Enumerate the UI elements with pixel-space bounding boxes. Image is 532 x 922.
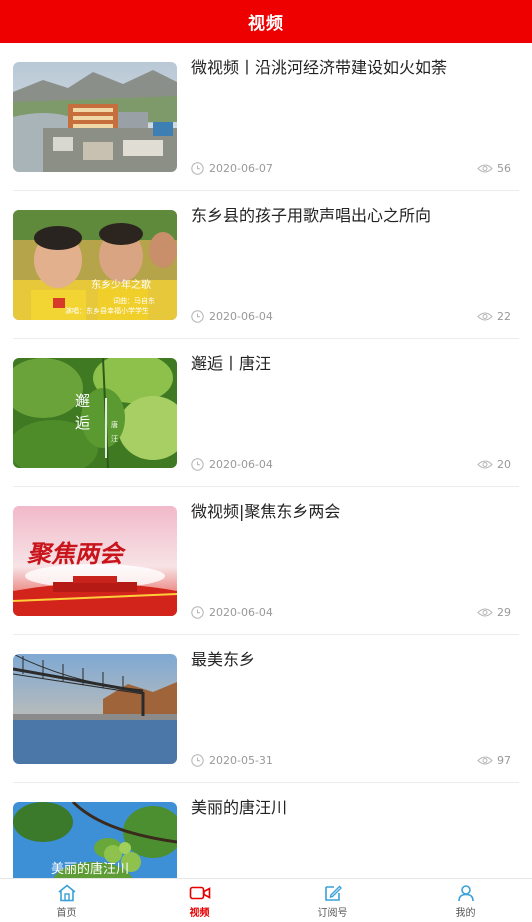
video-list-item[interactable]: 聚焦两会 微视频|聚焦东乡两会 2020-06-04 29 — [0, 487, 532, 635]
tab-subscriptions[interactable]: 订阅号 — [266, 879, 399, 922]
thumb-overlay-credit: 演唱：东乡县幸福小学学生 — [65, 307, 149, 315]
video-list-item[interactable]: 邂 逅 唐 汪 邂逅丨唐汪 2020-06-04 20 — [0, 339, 532, 487]
video-title[interactable]: 微视频|聚焦东乡两会 — [191, 501, 521, 523]
video-title[interactable]: 最美东乡 — [191, 649, 521, 671]
clock-icon — [191, 753, 204, 767]
top-bar: 视频 — [0, 0, 532, 43]
tab-label: 我的 — [455, 908, 476, 919]
view-count: 20 — [477, 456, 511, 472]
publish-date: 2020-05-31 — [191, 752, 273, 768]
clock-icon — [191, 457, 204, 471]
clock-icon — [191, 309, 204, 323]
date-text: 2020-06-04 — [209, 309, 273, 323]
publish-date: 2020-06-04 — [191, 456, 273, 472]
thumb-overlay-subtitle: 唐 — [111, 421, 118, 429]
date-text: 2020-06-04 — [209, 605, 273, 619]
tab-mine[interactable]: 我的 — [399, 879, 532, 922]
video-list-item[interactable]: 最美东乡 2020-05-31 97 — [0, 635, 532, 783]
thumb-overlay-subtitle: 汪 — [111, 435, 118, 443]
bridge-lake-thumbnail[interactable] — [13, 654, 177, 764]
eye-icon — [477, 311, 493, 322]
apricot-tree-thumbnail[interactable]: 美丽的唐汪川 — [13, 802, 177, 878]
user-icon — [457, 884, 475, 902]
home-icon — [57, 884, 77, 902]
video-title[interactable]: 东乡县的孩子用歌声唱出心之所向 — [191, 205, 521, 227]
video-title[interactable]: 邂逅丨唐汪 — [191, 353, 521, 375]
thumb-overlay-title: 美丽的唐汪川 — [51, 862, 130, 877]
eye-icon — [477, 163, 493, 174]
page-title: 视频 — [248, 14, 284, 34]
date-text: 2020-06-04 — [209, 457, 273, 471]
video-title[interactable]: 美丽的唐汪川 — [191, 797, 521, 819]
tab-label: 首页 — [56, 908, 77, 919]
publish-date: 2020-06-04 — [191, 308, 273, 324]
video-list-item[interactable]: 东乡少年之歌 词曲：马自东 演唱：东乡县幸福小学学生 东乡县的孩子用歌声唱出心之… — [0, 191, 532, 339]
bottom-tab-bar: 首页 视频 订阅号 我的 — [0, 878, 532, 922]
video-list-item[interactable]: 微视频丨沿洮河经济带建设如火如荼 2020-06-07 56 — [0, 43, 532, 191]
view-count: 22 — [477, 308, 511, 324]
date-text: 2020-05-31 — [209, 753, 273, 767]
video-title[interactable]: 微视频丨沿洮河经济带建设如火如荼 — [191, 57, 521, 79]
clock-icon — [191, 605, 204, 619]
clock-icon — [191, 161, 204, 175]
edit-subscribe-icon — [323, 884, 343, 902]
views-text: 56 — [497, 161, 511, 175]
views-text: 97 — [497, 753, 511, 767]
thumb-overlay-title: 逅 — [75, 414, 91, 432]
views-text: 22 — [497, 309, 511, 323]
views-text: 29 — [497, 605, 511, 619]
children-singing-thumbnail[interactable]: 东乡少年之歌 词曲：马自东 演唱：东乡县幸福小学学生 — [13, 210, 177, 320]
video-camera-icon — [189, 884, 211, 902]
view-count: 56 — [477, 160, 511, 176]
thumb-overlay-title: 邂 — [75, 392, 91, 410]
video-list-item[interactable]: 美丽的唐汪川 美丽的唐汪川 — [0, 783, 532, 878]
eye-icon — [477, 607, 493, 618]
tab-label: 订阅号 — [317, 908, 348, 919]
video-list[interactable]: 微视频丨沿洮河经济带建设如火如荼 2020-06-07 56 东乡少年之歌 词曲… — [0, 43, 532, 878]
views-text: 20 — [497, 457, 511, 471]
tab-video[interactable]: 视频 — [133, 879, 266, 922]
city-river-thumbnail[interactable] — [13, 62, 177, 172]
thumb-overlay-credit: 词曲：马自东 — [113, 297, 155, 305]
thumb-overlay-title: 聚焦两会 — [27, 539, 123, 568]
tab-home[interactable]: 首页 — [0, 879, 133, 922]
publish-date: 2020-06-04 — [191, 604, 273, 620]
eye-icon — [477, 755, 493, 766]
thumb-overlay-title: 东乡少年之歌 — [91, 280, 151, 291]
view-count: 29 — [477, 604, 511, 620]
tab-label: 视频 — [189, 908, 210, 919]
eye-icon — [477, 459, 493, 470]
green-leaves-thumbnail[interactable]: 邂 逅 唐 汪 — [13, 358, 177, 468]
publish-date: 2020-06-07 — [191, 160, 273, 176]
date-text: 2020-06-07 — [209, 161, 273, 175]
view-count: 97 — [477, 752, 511, 768]
two-sessions-thumbnail[interactable]: 聚焦两会 — [13, 506, 177, 616]
